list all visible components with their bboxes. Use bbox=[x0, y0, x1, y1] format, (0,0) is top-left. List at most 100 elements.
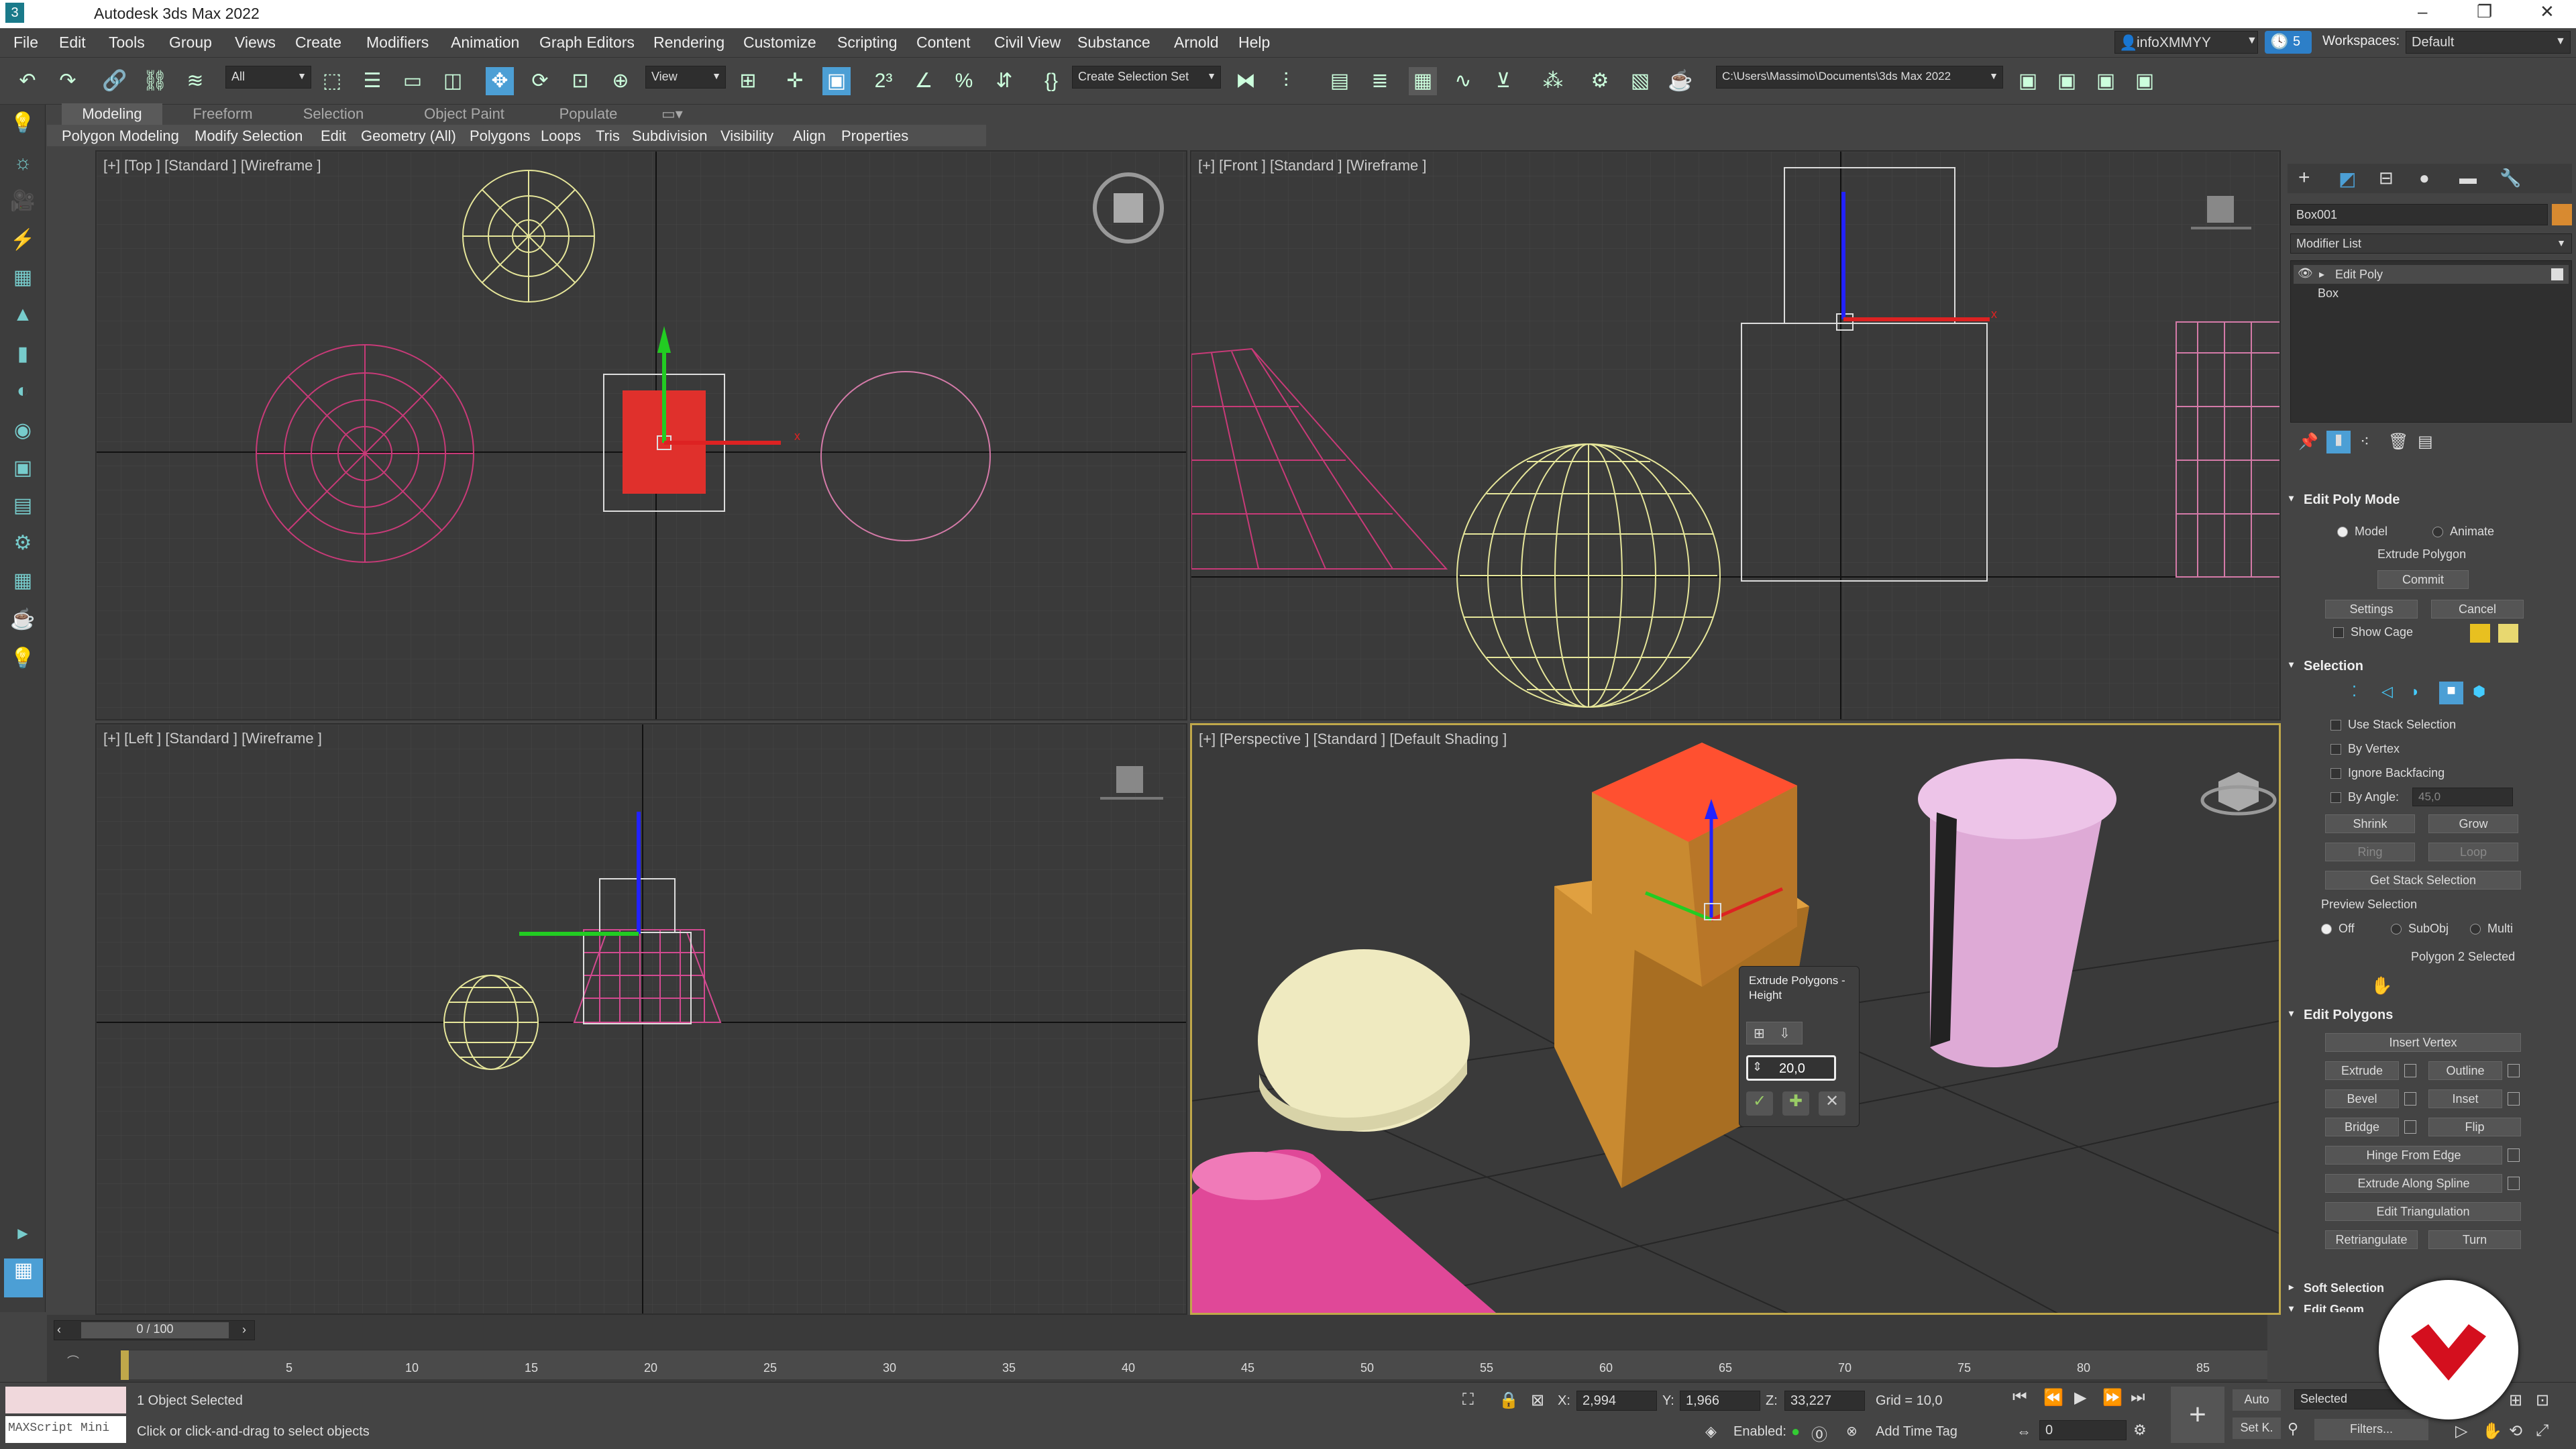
bind-space-warp-icon[interactable]: ≋ bbox=[181, 67, 209, 95]
menu-create[interactable]: Create bbox=[295, 34, 341, 52]
preview-subobj-radio[interactable]: SubObj bbox=[2391, 922, 2449, 936]
edit-named-selection-icon[interactable]: {} bbox=[1037, 67, 1065, 95]
place-icon[interactable]: ⊕ bbox=[606, 67, 635, 95]
menu-animation[interactable]: Animation bbox=[451, 34, 519, 52]
turn-button[interactable]: Turn bbox=[2428, 1230, 2521, 1249]
viewport-perspective[interactable]: [+] [Perspective ] [Standard ] [Default … bbox=[1190, 723, 2281, 1315]
orbit-icon[interactable]: ⟲ bbox=[2509, 1421, 2522, 1441]
curve-editor-icon[interactable]: ∿ bbox=[1449, 67, 1477, 95]
z-coord-field[interactable]: 33,227 bbox=[1784, 1391, 1865, 1411]
x-coord-field[interactable]: 2,994 bbox=[1576, 1391, 1657, 1411]
flip-button[interactable]: Flip bbox=[2428, 1118, 2521, 1136]
display-icon[interactable]: ▣ bbox=[9, 456, 36, 483]
bridge-settings-icon[interactable] bbox=[2404, 1120, 2416, 1134]
set-key-button[interactable]: Set K. bbox=[2233, 1417, 2281, 1439]
utilities-panel-icon[interactable]: 🔧 bbox=[2500, 168, 2521, 189]
cage-color-swatch[interactable] bbox=[2470, 624, 2490, 643]
modify-panel-icon[interactable]: ◩ bbox=[2339, 168, 2356, 190]
display-panel-icon[interactable]: ▬ bbox=[2459, 168, 2477, 189]
set-key-icon[interactable]: + bbox=[2171, 1387, 2224, 1443]
menu-views[interactable]: Views bbox=[235, 34, 276, 52]
vertex-icon[interactable]: ⁚ bbox=[2352, 683, 2357, 700]
time-slider[interactable]: ‹ 0 / 100 › bbox=[54, 1320, 255, 1340]
use-stack-selection-checkbox[interactable]: Use Stack Selection bbox=[2330, 718, 2456, 732]
ribbon-options-icon[interactable]: ▭▾ bbox=[649, 103, 690, 125]
cancel-button[interactable]: Cancel bbox=[2431, 600, 2524, 619]
tab-populate[interactable]: Populate bbox=[538, 103, 639, 125]
adaptive-degradation-icon[interactable]: ◈ bbox=[1705, 1423, 1717, 1440]
systems-icon[interactable]: ▲ bbox=[9, 303, 36, 330]
viewport-layout-icon[interactable]: ▦ bbox=[4, 1258, 43, 1297]
notifications-button[interactable]: 🕓 5 bbox=[2265, 31, 2312, 54]
outline-button[interactable]: Outline bbox=[2428, 1061, 2502, 1080]
menu-scripting[interactable]: Scripting bbox=[837, 34, 897, 52]
time-ruler[interactable]: 5 10 15 20 25 30 35 40 45 50 55 60 65 70… bbox=[121, 1350, 2267, 1380]
reference-coordinate-dropdown[interactable]: View ▼ bbox=[645, 66, 726, 89]
current-frame-field[interactable]: 0 bbox=[2039, 1420, 2127, 1440]
hinge-settings-icon[interactable] bbox=[2508, 1148, 2520, 1162]
model-radio[interactable]: Model bbox=[2337, 525, 2387, 539]
ring-button[interactable]: Ring bbox=[2325, 843, 2415, 861]
mirror-icon[interactable]: ⧓ bbox=[1232, 67, 1260, 95]
hierarchy-icon[interactable]: ◐ bbox=[9, 380, 36, 407]
viewport-top[interactable]: x [+] [Top ] [Standard ] [Wireframe ] bbox=[95, 150, 1187, 720]
menu-substance[interactable]: Substance bbox=[1077, 34, 1150, 52]
snaps-toggle-icon[interactable]: 2³ bbox=[869, 67, 898, 95]
maximize-viewport-icon[interactable]: ⤢ bbox=[2536, 1421, 2548, 1440]
pan-icon[interactable]: ✋ bbox=[2482, 1421, 2502, 1441]
border-icon[interactable]: ◗ bbox=[2411, 683, 2420, 700]
spinner-snap-icon[interactable]: ⇵ bbox=[990, 67, 1018, 95]
hinge-from-edge-button[interactable]: Hinge From Edge bbox=[2325, 1146, 2502, 1165]
cage-selected-color-swatch[interactable] bbox=[2498, 624, 2518, 643]
filters-button[interactable]: Filters... bbox=[2314, 1419, 2428, 1440]
bevel-settings-icon[interactable] bbox=[2404, 1092, 2416, 1106]
angle-snap-icon[interactable]: ∠ bbox=[910, 67, 938, 95]
move-icon[interactable]: ✥ bbox=[486, 67, 514, 95]
light-bulb-icon[interactable]: 💡 bbox=[9, 647, 36, 674]
rollout-edit-polygons[interactable]: ▾ Edit Polygons bbox=[2284, 1004, 2576, 1025]
viewport-label-top[interactable]: [+] [Top ] [Standard ] [Wireframe ] bbox=[103, 157, 321, 174]
viewport-left[interactable]: [+] [Left ] [Standard ] [Wireframe ] bbox=[95, 723, 1187, 1315]
prev-frame-icon[interactable]: ‹ bbox=[57, 1323, 61, 1337]
subtab-subdivision[interactable]: Subdivision bbox=[632, 127, 708, 145]
modifier-list-dropdown[interactable]: Modifier List ▼ bbox=[2290, 233, 2572, 254]
preview-off-radio[interactable]: Off bbox=[2321, 922, 2355, 936]
render-setup-icon[interactable]: ⚙ bbox=[1586, 67, 1614, 95]
configure-sets-icon[interactable]: ▤ bbox=[2418, 432, 2433, 451]
tab-selection[interactable]: Selection bbox=[283, 103, 384, 125]
absolute-mode-icon[interactable]: ⊠ bbox=[1531, 1391, 1544, 1410]
menu-edit[interactable]: Edit bbox=[59, 34, 86, 52]
workspace-dropdown[interactable]: Default ▼ bbox=[2406, 31, 2571, 54]
restore-icon[interactable]: ❐ bbox=[2477, 1, 2492, 22]
settings-button[interactable]: Settings bbox=[2325, 600, 2418, 619]
retriangulate-button[interactable]: Retriangulate bbox=[2325, 1230, 2418, 1249]
menu-content[interactable]: Content bbox=[916, 34, 971, 52]
align-icon[interactable]: ⫶ bbox=[1272, 67, 1300, 95]
inset-button[interactable]: Inset bbox=[2428, 1089, 2502, 1108]
window-crossing-icon[interactable]: ◫ bbox=[439, 67, 467, 95]
next-key-icon[interactable]: ⏩ bbox=[2102, 1388, 2123, 1407]
prev-key-icon[interactable]: ⏪ bbox=[2043, 1388, 2063, 1407]
polygon-icon[interactable]: ■ bbox=[2439, 682, 2463, 704]
save-project-icon[interactable]: ▣ bbox=[2092, 67, 2120, 95]
rollout-edit-poly-mode[interactable]: ▾ Edit Poly Mode bbox=[2284, 488, 2576, 510]
rotate-icon[interactable]: ⟳ bbox=[526, 67, 554, 95]
menu-file[interactable]: File bbox=[13, 34, 38, 52]
toggle-ribbon-icon[interactable]: ▦ bbox=[1409, 67, 1437, 95]
menu-group[interactable]: Group bbox=[169, 34, 212, 52]
render-icon[interactable]: ☕ bbox=[9, 608, 36, 635]
menu-customize[interactable]: Customize bbox=[743, 34, 816, 52]
subtab-loops[interactable]: Loops bbox=[541, 127, 581, 145]
subtab-tris[interactable]: Tris bbox=[596, 127, 620, 145]
motion-panel-icon[interactable]: ● bbox=[2419, 168, 2430, 189]
show-cage-checkbox[interactable]: Show Cage bbox=[2333, 625, 2413, 639]
rectangular-region-icon[interactable]: ▭ bbox=[398, 67, 427, 95]
remove-modifier-icon[interactable]: 🗑 bbox=[2388, 432, 2408, 451]
subtab-geometry-all[interactable]: Geometry (All) bbox=[361, 127, 456, 145]
show-end-result-icon[interactable]: ▮ bbox=[2326, 431, 2351, 453]
motion-icon[interactable]: ◉ bbox=[9, 419, 36, 445]
rollout-selection[interactable]: ▾ Selection bbox=[2284, 655, 2576, 676]
link-icon[interactable]: 🔗 bbox=[101, 67, 129, 95]
key-filters-icon[interactable]: ⚲ bbox=[2288, 1420, 2298, 1438]
close-icon[interactable]: ✕ bbox=[2540, 1, 2555, 22]
